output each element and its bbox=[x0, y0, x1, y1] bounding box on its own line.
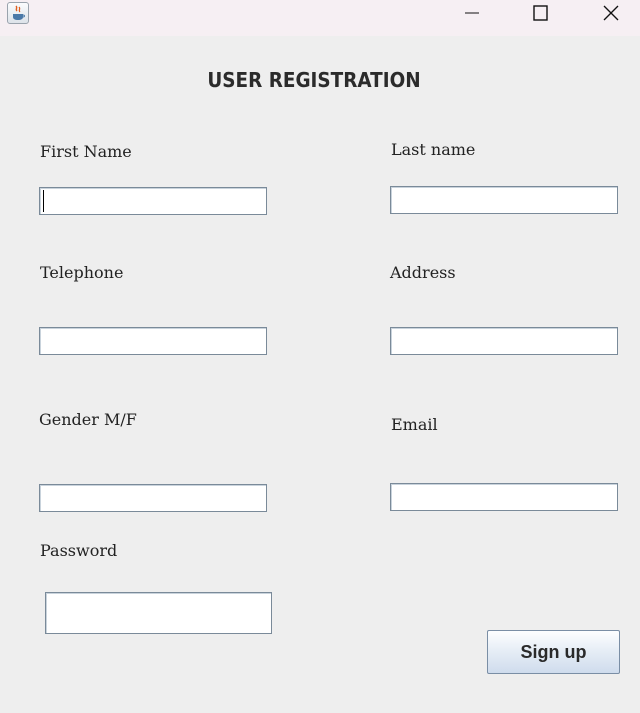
close-button[interactable] bbox=[582, 0, 638, 30]
telephone-field[interactable] bbox=[39, 327, 267, 355]
last-name-label: Last name bbox=[391, 140, 476, 159]
close-icon bbox=[603, 5, 619, 21]
email-field[interactable] bbox=[390, 483, 618, 511]
email-label: Email bbox=[391, 415, 438, 434]
telephone-label: Telephone bbox=[40, 263, 124, 282]
password-label: Password bbox=[40, 541, 118, 560]
registration-window: USER REGISTRATION First Name Last name T… bbox=[0, 0, 640, 713]
last-name-field[interactable] bbox=[390, 186, 618, 214]
sign-up-button[interactable]: Sign up bbox=[487, 630, 620, 674]
page-title: USER REGISTRATION bbox=[207, 68, 421, 92]
password-field[interactable] bbox=[45, 592, 272, 634]
text-caret bbox=[43, 190, 44, 212]
maximize-button[interactable] bbox=[512, 0, 568, 30]
address-label: Address bbox=[390, 263, 456, 282]
address-field[interactable] bbox=[390, 327, 618, 355]
java-icon[interactable] bbox=[7, 2, 29, 24]
first-name-label: First Name bbox=[40, 142, 132, 161]
minimize-button[interactable] bbox=[444, 0, 500, 30]
maximize-icon bbox=[533, 5, 548, 21]
gender-field[interactable] bbox=[39, 484, 267, 512]
title-bar bbox=[0, 0, 640, 36]
first-name-field[interactable] bbox=[39, 187, 267, 215]
minimize-icon bbox=[465, 12, 479, 14]
gender-label: Gender M/F bbox=[39, 410, 137, 429]
